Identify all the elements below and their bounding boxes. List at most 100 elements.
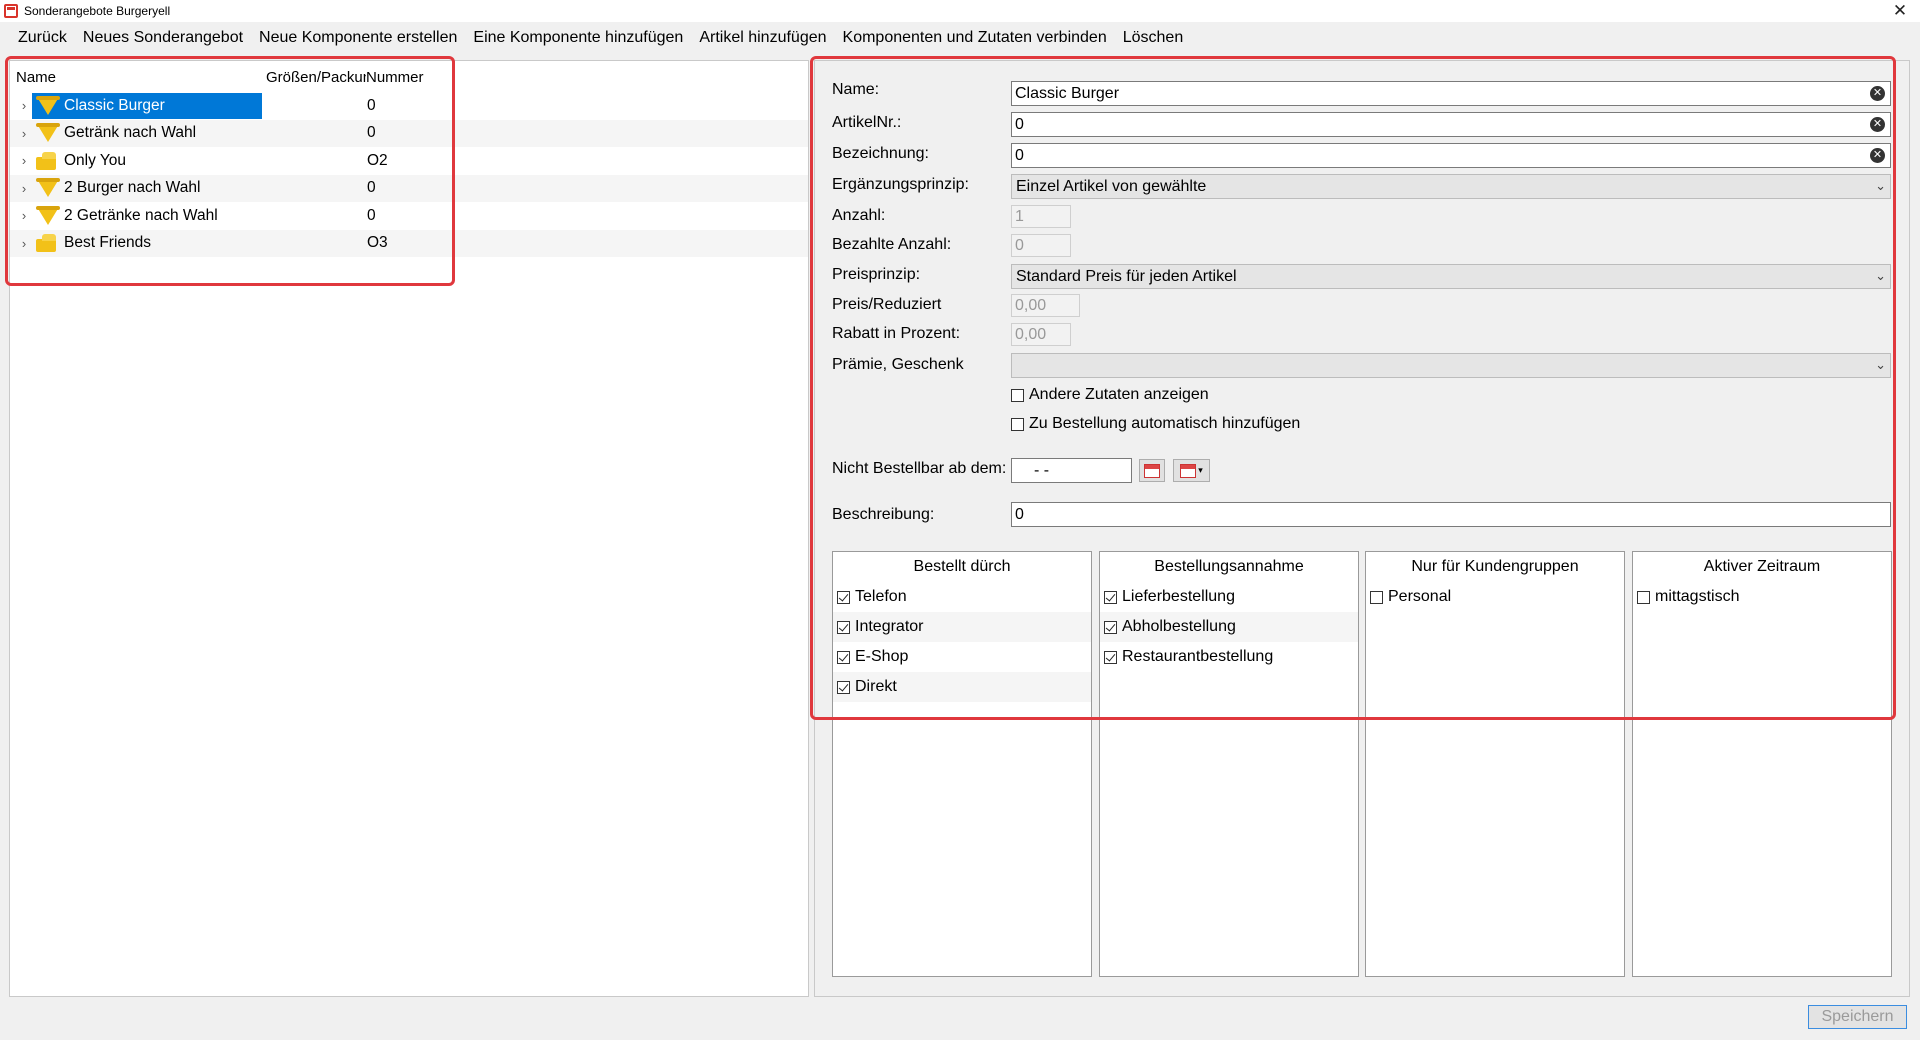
checkbox[interactable] (837, 620, 850, 634)
checkbox[interactable] (1104, 590, 1117, 604)
checkbox[interactable] (837, 680, 850, 694)
menu-loeschen[interactable]: Löschen (1115, 29, 1192, 47)
group-title: Aktiver Zeitraum (1703, 558, 1821, 575)
time-period-mittagstisch[interactable]: mittagstisch (1633, 582, 1891, 612)
cheese-icon (34, 151, 60, 171)
column-size[interactable]: Größen/Packung (266, 69, 366, 89)
tree-row-name[interactable]: Classic Burger (32, 92, 262, 119)
bezahlte-anzahl-field[interactable]: 0 (1011, 234, 1071, 257)
cheese-icon (34, 233, 60, 253)
menu-neue-komponente[interactable]: Neue Komponente erstellen (251, 29, 465, 47)
checkbox[interactable] (837, 650, 850, 664)
expand-chevron-icon[interactable]: › (10, 98, 32, 113)
checkbox-label: Restaurantbestellung (1122, 648, 1274, 665)
menu-komponenten-verbinden[interactable]: Komponenten und Zutaten verbinden (835, 29, 1115, 47)
expand-chevron-icon[interactable]: › (10, 126, 32, 141)
channel-telefon[interactable]: Telefon (833, 582, 1091, 612)
andere-zutaten-checkbox[interactable] (1011, 388, 1024, 402)
bezahlte-anzahl-label: Bezahlte Anzahl: (832, 236, 952, 253)
checkbox[interactable] (1104, 620, 1117, 634)
nicht-bestellbar-date-field[interactable]: - - (1011, 458, 1132, 483)
calendar-clear-icon (1144, 463, 1160, 478)
checkbox[interactable] (837, 590, 850, 604)
tree-row[interactable]: › Classic Burger 0 (10, 92, 808, 120)
auto-add-option[interactable]: Zu Bestellung automatisch hinzufügen (1011, 415, 1300, 433)
clear-icon[interactable]: ✕ (1870, 117, 1885, 132)
anzahl-field[interactable]: 1 (1011, 205, 1071, 228)
clear-date-button[interactable] (1139, 459, 1165, 482)
anzahl-label: Anzahl: (832, 207, 886, 224)
clear-icon[interactable]: ✕ (1870, 86, 1885, 101)
tree-row-name[interactable]: Getränk nach Wahl (32, 120, 262, 146)
tree-row-label: 2 Burger nach Wahl (64, 179, 201, 197)
praemie-select[interactable]: ⌄ (1011, 353, 1891, 378)
artikelnr-value: 0 (1015, 115, 1024, 133)
channel-eshop[interactable]: E-Shop (833, 642, 1091, 672)
customer-group-personal[interactable]: Personal (1366, 582, 1624, 612)
expand-chevron-icon[interactable]: › (10, 153, 32, 168)
clear-icon[interactable]: ✕ (1870, 148, 1885, 163)
menu-zurueck[interactable]: Zurück (10, 29, 75, 47)
anzahl-value: 1 (1015, 207, 1024, 225)
checkbox[interactable] (1637, 590, 1650, 604)
app-icon (4, 4, 18, 18)
tree-row-name[interactable]: Only You (32, 148, 262, 174)
group-kundengruppen: Nur für Kundengruppen Personal (1365, 551, 1625, 977)
order-type-abholbestellung[interactable]: Abholbestellung (1100, 612, 1358, 642)
name-label: Name: (832, 81, 880, 98)
tree-row[interactable]: › Only You O2 (10, 147, 808, 175)
preisprinzip-label: Preisprinzip: (832, 266, 921, 283)
preis-field[interactable]: 0,00 (1011, 294, 1080, 317)
tree-row[interactable]: › 2 Burger nach Wahl 0 (10, 174, 808, 202)
checkbox[interactable] (1370, 590, 1383, 604)
checkbox-label: Abholbestellung (1122, 618, 1236, 635)
column-name[interactable]: Name (16, 69, 266, 89)
close-icon[interactable]: ✕ (1880, 0, 1920, 22)
menu-artikel-hinzufuegen[interactable]: Artikel hinzufügen (691, 29, 834, 47)
expand-chevron-icon[interactable]: › (10, 236, 32, 251)
tree-row-name[interactable]: Best Friends (32, 230, 262, 256)
checkbox[interactable] (1104, 650, 1117, 664)
auto-add-label: Zu Bestellung automatisch hinzufügen (1029, 415, 1301, 432)
artikelnr-field[interactable]: 0 ✕ (1011, 112, 1891, 137)
bezeichnung-label: Bezeichnung: (832, 145, 929, 162)
chevron-down-icon: ⌄ (1875, 268, 1886, 283)
expand-chevron-icon[interactable]: › (10, 208, 32, 223)
auto-add-checkbox[interactable] (1011, 417, 1024, 431)
bezeichnung-field[interactable]: 0 ✕ (1011, 143, 1891, 168)
window-title: Sonderangebote Burgeryell (24, 4, 171, 18)
beschreibung-field[interactable]: 0 (1011, 502, 1891, 527)
andere-zutaten-option[interactable]: Andere Zutaten anzeigen (1011, 386, 1209, 404)
channel-integrator[interactable]: Integrator (833, 612, 1091, 642)
column-number[interactable]: Nummer (366, 69, 486, 89)
name-field[interactable]: Classic Burger ✕ (1011, 81, 1891, 106)
expand-chevron-icon[interactable]: › (10, 181, 32, 196)
preisprinzip-select[interactable]: Standard Preis für jeden Artikel ⌄ (1011, 264, 1891, 289)
andere-zutaten-label: Andere Zutaten anzeigen (1029, 386, 1209, 403)
group-title: Nur für Kundengruppen (1411, 558, 1579, 575)
rabatt-field[interactable]: 0,00 (1011, 323, 1071, 346)
preis-label: Preis/Reduziert (832, 296, 942, 313)
order-type-lieferbestellung[interactable]: Lieferbestellung (1100, 582, 1358, 612)
checkbox-label: Integrator (855, 618, 924, 635)
tree-row[interactable]: › 2 Getränke nach Wahl 0 (10, 202, 808, 230)
tree-row[interactable]: › Best Friends O3 (10, 229, 808, 257)
save-button[interactable]: Speichern (1808, 1005, 1907, 1029)
menu-komponente-hinzufuegen[interactable]: Eine Komponente hinzufügen (465, 29, 691, 47)
tree-row-name[interactable]: 2 Burger nach Wahl (32, 175, 262, 201)
tree-row-number: 0 (367, 179, 376, 197)
menu-neues-sonderangebot[interactable]: Neues Sonderangebot (75, 29, 251, 47)
date-picker-button[interactable]: ▾ (1173, 459, 1210, 482)
group-title: Bestellungsannahme (1154, 558, 1304, 575)
beschreibung-value: 0 (1015, 505, 1024, 523)
ergaenzung-select[interactable]: Einzel Artikel von gewählte ⌄ (1011, 174, 1891, 199)
artikelnr-label: ArtikelNr.: (832, 114, 902, 131)
nicht-bestellbar-label: Nicht Bestellbar ab dem: (832, 460, 1007, 477)
tree-row-number: O2 (367, 151, 388, 169)
order-type-restaurantbestellung[interactable]: Restaurantbestellung (1100, 642, 1358, 672)
tree-row[interactable]: › Getränk nach Wahl 0 (10, 119, 808, 147)
tree-row-name[interactable]: 2 Getränke nach Wahl (32, 203, 262, 229)
calendar-icon (1180, 463, 1197, 478)
tree-row-number: 0 (367, 124, 376, 142)
channel-direkt[interactable]: Direkt (833, 672, 1091, 702)
